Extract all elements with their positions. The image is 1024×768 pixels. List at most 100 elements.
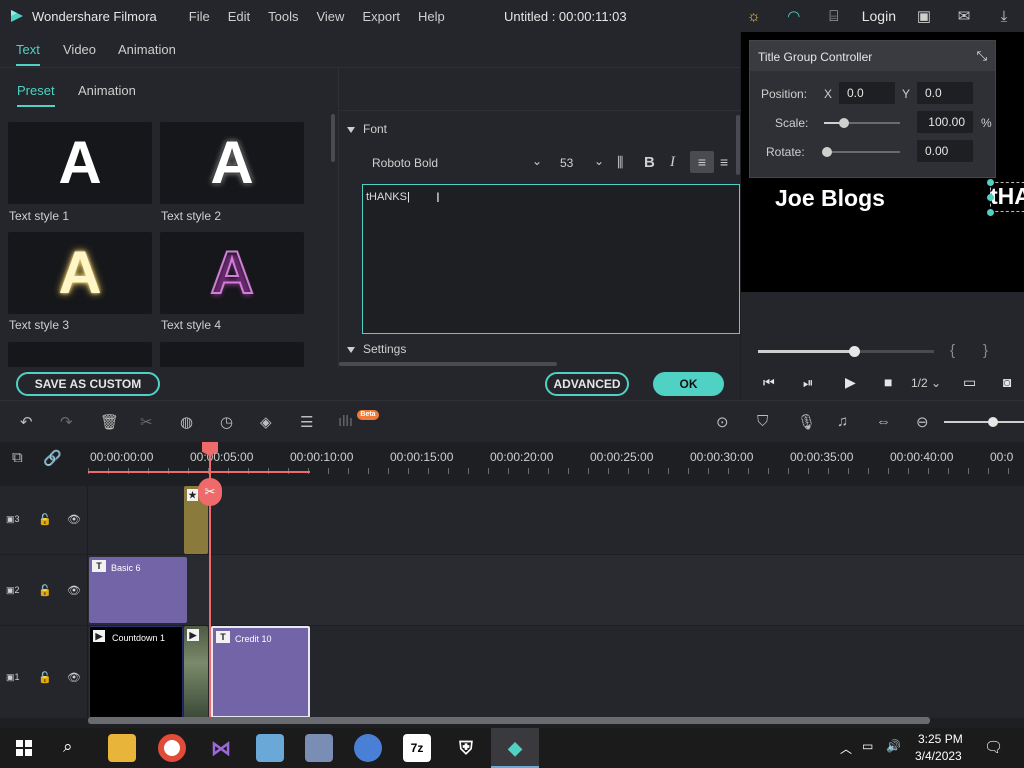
lock-icon[interactable]: 🔓 bbox=[38, 513, 52, 526]
audio-wave-icon[interactable]: ıllı bbox=[338, 413, 353, 430]
split-screen-icon[interactable]: ⇔ bbox=[876, 413, 891, 430]
clip-countdown-1[interactable]: ▶ Countdown 1 bbox=[89, 626, 183, 718]
menu-edit[interactable]: Edit bbox=[228, 9, 250, 24]
collapse-icon[interactable]: ⤡ bbox=[977, 48, 987, 64]
chevron-up-icon[interactable]: ︿ bbox=[840, 740, 852, 757]
stop-icon[interactable]: ■ bbox=[884, 374, 892, 390]
lock-icon[interactable]: 🔓 bbox=[38, 584, 52, 597]
resize-handle[interactable] bbox=[987, 194, 994, 201]
tab-text[interactable]: Text bbox=[16, 42, 40, 66]
menu-view[interactable]: View bbox=[316, 9, 344, 24]
render-icon[interactable]: ⊙ bbox=[716, 413, 729, 431]
timeline-ruler[interactable]: ⧉ 🔗 00:00:00:00 00:00:05:00 00:00:10:00 … bbox=[0, 442, 1024, 486]
italic-button[interactable]: I bbox=[670, 154, 675, 171]
save-as-custom-button[interactable]: SAVE AS CUSTOM bbox=[16, 372, 160, 396]
rotate-slider[interactable] bbox=[824, 151, 900, 153]
timeline-hscrollbar[interactable] bbox=[88, 717, 930, 724]
scale-slider-knob[interactable] bbox=[839, 118, 849, 128]
font-section-header[interactable]: Font bbox=[347, 122, 387, 136]
rotate-slider-knob[interactable] bbox=[822, 147, 832, 157]
text-style-card-3[interactable]: A bbox=[8, 232, 152, 314]
font-size-select[interactable]: 53 bbox=[560, 156, 573, 170]
add-track-icon[interactable]: ⧉ bbox=[12, 449, 23, 466]
clip-basic-6[interactable]: T Basic 6 bbox=[89, 557, 187, 623]
resize-handle[interactable] bbox=[987, 179, 994, 186]
volume-icon[interactable]: 🔊 bbox=[886, 739, 901, 753]
snapshot-icon[interactable]: ◙ bbox=[1003, 374, 1011, 390]
chrome-icon[interactable] bbox=[158, 734, 186, 762]
preset-scrollbar[interactable] bbox=[331, 114, 335, 162]
tab-video[interactable]: Video bbox=[63, 42, 96, 57]
position-x-input[interactable]: 0.0 bbox=[839, 82, 895, 104]
preview-progress-knob[interactable] bbox=[849, 346, 860, 357]
clip-credit-10[interactable]: T Credit 10 bbox=[211, 626, 310, 718]
text-style-card-2[interactable]: A bbox=[160, 122, 304, 204]
clock-time[interactable]: 3:25 PM bbox=[918, 732, 963, 746]
text-style-card-6[interactable] bbox=[160, 342, 304, 367]
eye-icon[interactable]: 👁 bbox=[67, 513, 81, 526]
visual-studio-icon[interactable]: ⋈ bbox=[207, 734, 235, 762]
gift-icon[interactable]: ⌸ bbox=[814, 8, 854, 25]
advanced-button[interactable]: ADVANCED bbox=[545, 372, 629, 396]
settings-section-header[interactable]: Settings bbox=[347, 342, 406, 356]
menu-file[interactable]: File bbox=[189, 9, 210, 24]
position-y-input[interactable]: 0.0 bbox=[917, 82, 973, 104]
save-icon[interactable]: ▣ bbox=[904, 7, 944, 25]
adjust-icon[interactable]: ☰ bbox=[300, 413, 313, 431]
font-family-select[interactable]: Roboto Bold bbox=[372, 156, 438, 170]
align-left-button[interactable]: ≡ bbox=[690, 151, 714, 173]
tab-animation[interactable]: Animation bbox=[118, 42, 176, 57]
chromium-icon[interactable] bbox=[354, 734, 382, 762]
display-icon[interactable]: ▭ bbox=[963, 374, 976, 391]
chevron-down-icon[interactable]: ⌄ bbox=[532, 154, 542, 168]
bold-button[interactable]: B bbox=[644, 154, 655, 171]
undo-icon[interactable]: ↶ bbox=[20, 413, 33, 431]
split-scissors-icon[interactable]: ✂ bbox=[198, 478, 222, 506]
align-center-button[interactable]: ≡ bbox=[720, 154, 728, 170]
microphone-icon[interactable]: 🎙 bbox=[797, 413, 816, 431]
network-icon[interactable] bbox=[305, 734, 333, 762]
text-style-card-1[interactable]: A bbox=[8, 122, 152, 204]
menu-tools[interactable]: Tools bbox=[268, 9, 298, 24]
keyframe-icon[interactable]: ◈ bbox=[260, 413, 272, 431]
font-panel-scrollbar[interactable] bbox=[339, 362, 557, 366]
text-style-card-4[interactable]: A bbox=[160, 232, 304, 314]
rotate-input[interactable]: 0.00 bbox=[917, 140, 973, 162]
cut-icon[interactable]: ✂ bbox=[140, 413, 153, 431]
subtab-preset[interactable]: Preset bbox=[17, 83, 55, 107]
lock-icon[interactable]: 🔓 bbox=[38, 671, 52, 684]
clock-date[interactable]: 3/4/2023 bbox=[915, 749, 962, 763]
mark-in-button[interactable]: { bbox=[950, 342, 955, 359]
windows-start-icon[interactable] bbox=[16, 740, 32, 756]
zoom-out-icon[interactable]: ⊖ bbox=[916, 413, 929, 431]
subtab-animation[interactable]: Animation bbox=[78, 83, 136, 98]
notifications-icon[interactable]: 🗨 bbox=[984, 738, 1003, 756]
play-icon[interactable]: ▶ bbox=[845, 374, 856, 391]
lightbulb-icon[interactable]: ☼ bbox=[734, 8, 774, 25]
font-panel-vscrollbar[interactable] bbox=[736, 115, 740, 175]
scale-input[interactable]: 100.00 bbox=[917, 111, 973, 133]
marker-icon[interactable]: ⛉ bbox=[757, 413, 768, 430]
7zip-icon[interactable]: 7z bbox=[403, 734, 431, 762]
login-button[interactable]: Login bbox=[862, 8, 896, 24]
text-style-card-5[interactable] bbox=[8, 342, 152, 367]
speed-icon[interactable]: ◷ bbox=[220, 413, 233, 431]
quality-select[interactable]: 1/2 ⌄ bbox=[911, 376, 941, 390]
download-icon[interactable]: ⤓ bbox=[984, 8, 1024, 25]
headset-icon[interactable]: ◠ bbox=[774, 7, 814, 25]
eye-icon[interactable]: 👁 bbox=[67, 671, 81, 684]
eye-icon[interactable]: 👁 bbox=[67, 584, 81, 597]
mail-icon[interactable]: ✉ bbox=[944, 7, 984, 25]
delete-icon[interactable]: 🗑 bbox=[100, 413, 119, 431]
zoom-slider[interactable] bbox=[944, 421, 1024, 423]
link-icon[interactable]: 🔗 bbox=[43, 449, 62, 467]
chevron-down-icon[interactable]: ⌄ bbox=[594, 154, 604, 168]
audio-mixer-icon[interactable]: ♫ bbox=[837, 413, 848, 430]
security-icon[interactable]: ⛨ bbox=[452, 734, 480, 762]
play-pause-icon[interactable]: ⏯ bbox=[803, 375, 813, 391]
preview-text-thanks[interactable]: tHA bbox=[990, 183, 1024, 210]
search-icon[interactable]: ⌕ bbox=[63, 737, 73, 757]
mark-out-button[interactable]: } bbox=[983, 342, 988, 359]
preview-text-joe-blogs[interactable]: Joe Blogs bbox=[775, 185, 885, 212]
control-panel-icon[interactable] bbox=[256, 734, 284, 762]
